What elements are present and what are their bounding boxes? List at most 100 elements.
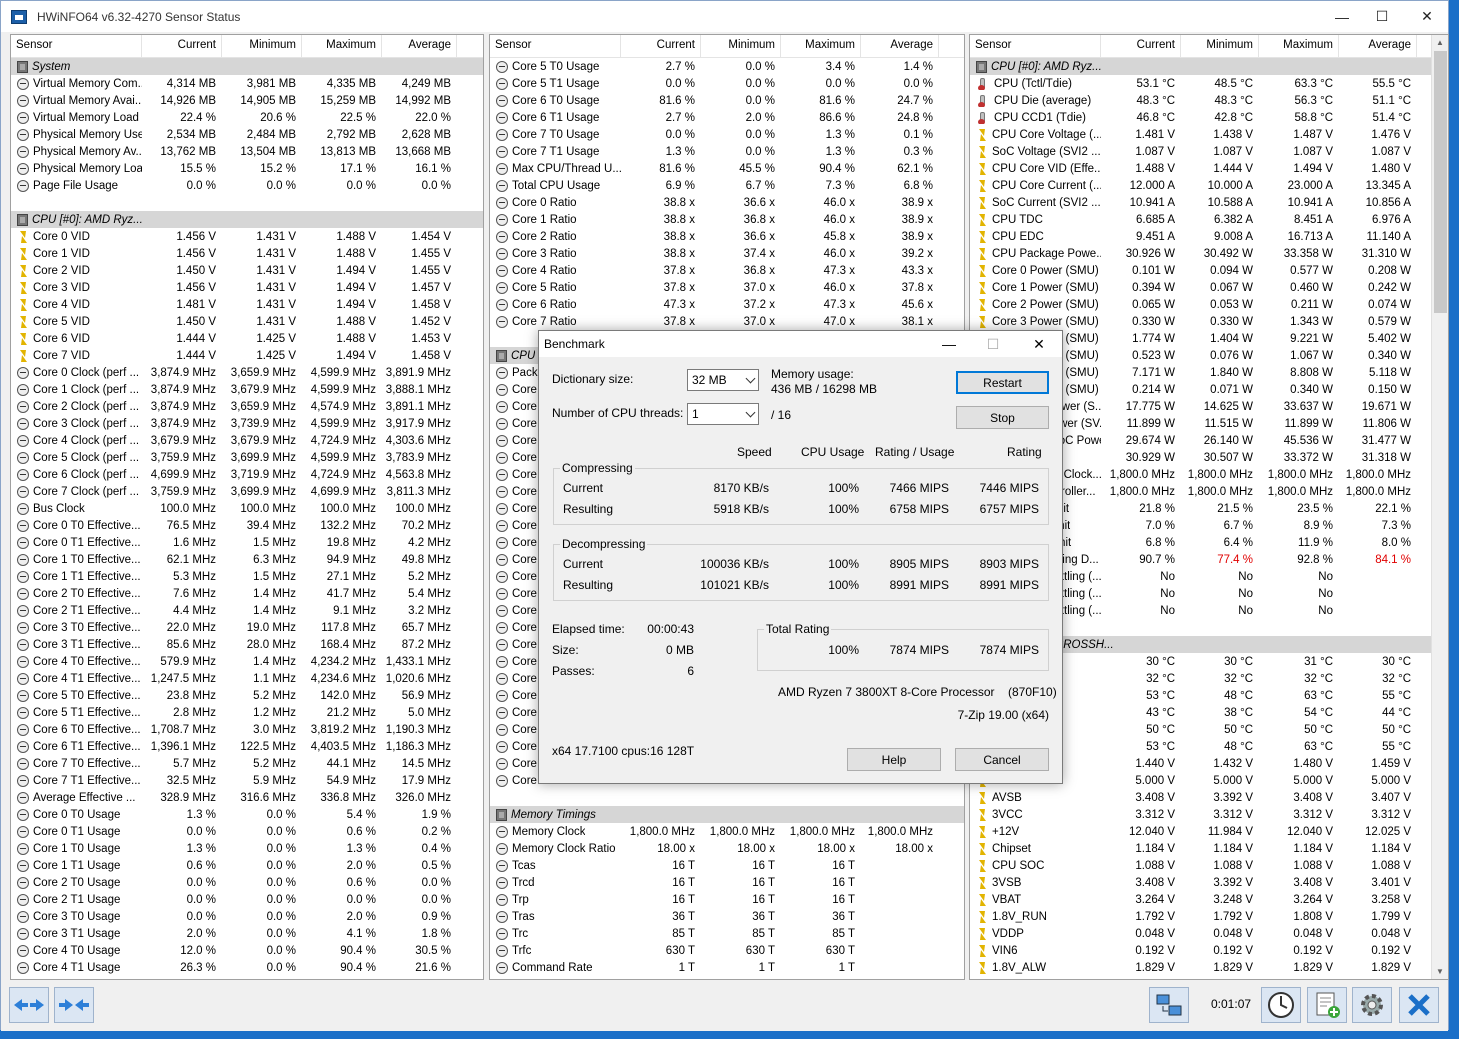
dictionary-size-select[interactable]: 32 MB xyxy=(687,369,759,391)
maximize-button[interactable]: ☐ xyxy=(1359,1,1405,32)
table-row[interactable]: Core 3 T1 Usage 2.0 % 0.0 % 4.1 % 1.8 % xyxy=(11,925,483,942)
table-row[interactable]: Core 3 VID 1.456 V 1.431 V 1.494 V 1.457 V xyxy=(11,279,483,296)
table-row[interactable]: Total CPU Usage 6.9 % 6.7 % 7.3 % 6.8 % xyxy=(490,177,964,194)
table-row[interactable]: Core 4 Clock (perf ... 3,679.9 MHz 3,679.9… xyxy=(11,432,483,449)
table-row[interactable]: Core 2 T1 Usage 0.0 % 0.0 % 0.0 % 0.0 % xyxy=(11,891,483,908)
help-button[interactable]: Help xyxy=(847,748,941,771)
table-row[interactable]: Virtual Memory Com... 4,314 MB 3,981 MB 4,3… xyxy=(11,75,483,92)
navigate-right-button[interactable] xyxy=(54,987,94,1023)
sensor-group-row[interactable]: CPU [#0]: AMD Ryz... xyxy=(11,211,483,228)
table-row[interactable]: Core 6 T1 Usage 2.7 % 2.0 % 86.6 % 24.8 % xyxy=(490,109,964,126)
sensor-group-row[interactable]: System xyxy=(11,58,483,75)
table-row[interactable]: Max CPU/Thread U... 81.6 % 45.5 % 90.4 % 62.… xyxy=(490,160,964,177)
table-row[interactable]: Core 0 T1 Effective... 1.6 MHz 1.5 MHz 19.8… xyxy=(11,534,483,551)
table-row[interactable]: Trp 16 T 16 T 16 T xyxy=(490,891,964,908)
vertical-scrollbar[interactable]: ▲ ▼ xyxy=(1431,35,1448,979)
table-row[interactable]: Physical Memory Used 2,534 MB 2,484 MB 2,79… xyxy=(11,126,483,143)
column-header[interactable]: Maximum xyxy=(302,35,382,57)
table-row[interactable]: 1.8V_ALW 1.829 V 1.829 V 1.829 V 1.829 V xyxy=(970,959,1448,976)
column-header[interactable]: Maximum xyxy=(781,35,861,57)
scroll-down-icon[interactable]: ▼ xyxy=(1436,967,1444,976)
table-row[interactable]: Core 3 Clock (perf ... 3,874.9 MHz 3,739.9… xyxy=(11,415,483,432)
table-row[interactable]: VIN6 0.192 V 0.192 V 0.192 V 0.192 V xyxy=(970,942,1448,959)
table-row[interactable]: Core 0 Power (SMU) 0.101 W 0.094 W 0.577 W 0… xyxy=(970,262,1448,279)
table-row[interactable]: Core 1 T1 Effective... 5.3 MHz 1.5 MHz 27.1… xyxy=(11,568,483,585)
table-row[interactable]: Virtual Memory Load 22.4 % 20.6 % 22.5 % 22.… xyxy=(11,109,483,126)
sensor-group-row[interactable]: CPU [#0]: AMD Ryz... xyxy=(970,58,1448,75)
table-row[interactable]: VDDP 0.048 V 0.048 V 0.048 V 0.048 V xyxy=(970,925,1448,942)
table-row[interactable]: Core 0 Ratio 38.8 x 36.6 x 46.0 x 38.9 x xyxy=(490,194,964,211)
table-row[interactable]: Core 6 T1 Effective... 1,396.1 MHz 122.5 M… xyxy=(11,738,483,755)
column-header[interactable]: Minimum xyxy=(701,35,781,57)
table-row[interactable]: CPU Die (average) 48.3 °C 48.3 °C 56.3 °C 51… xyxy=(970,92,1448,109)
cpu-threads-select[interactable]: 1 xyxy=(687,403,759,425)
table-row[interactable]: Core 6 T0 Usage 81.6 % 0.0 % 81.6 % 24.7 % xyxy=(490,92,964,109)
table-row[interactable]: 1.8V_RUN 1.792 V 1.792 V 1.808 V 1.799 V xyxy=(970,908,1448,925)
table-row[interactable]: Trfc 630 T 630 T 630 T xyxy=(490,942,964,959)
table-row[interactable]: Core 5 T0 Usage 2.7 % 0.0 % 3.4 % 1.4 % xyxy=(490,58,964,75)
reset-timer-button[interactable] xyxy=(1261,987,1301,1023)
table-row[interactable]: Core 3 Power (SMU) 0.330 W 0.330 W 1.343 W 0… xyxy=(970,313,1448,330)
table-row[interactable]: Core 4 T0 Usage 12.0 % 0.0 % 90.4 % 30.5 % xyxy=(11,942,483,959)
scroll-up-icon[interactable]: ▲ xyxy=(1436,38,1444,47)
column-header[interactable]: Average xyxy=(1339,35,1417,57)
table-row[interactable]: CPU (Tctl/Tdie) 53.1 °C 48.5 °C 63.3 °C 55.5… xyxy=(970,75,1448,92)
navigate-left-button[interactable] xyxy=(9,987,49,1023)
table-row[interactable]: Core 5 VID 1.450 V 1.431 V 1.488 V 1.452 V xyxy=(11,313,483,330)
table-row[interactable]: Core 3 T0 Usage 0.0 % 0.0 % 2.0 % 0.9 % xyxy=(11,908,483,925)
dialog-maximize-button[interactable]: ☐ xyxy=(973,333,1013,355)
table-row[interactable]: Page File Usage 0.0 % 0.0 % 0.0 % 0.0 % xyxy=(11,177,483,194)
table-row[interactable]: CPU Core VID (Effe... 1.488 V 1.444 V 1.494… xyxy=(970,160,1448,177)
table-row[interactable]: Core 7 T0 Usage 0.0 % 0.0 % 1.3 % 0.1 % xyxy=(490,126,964,143)
table-row[interactable]: CPU Core Voltage (... 1.481 V 1.438 V 1.487… xyxy=(970,126,1448,143)
table-row[interactable]: Core 4 T0 Effective... 579.9 MHz 1.4 MHz 4,… xyxy=(11,653,483,670)
table-row[interactable]: Core 7 Clock (perf ... 3,759.9 MHz 3,699.9… xyxy=(11,483,483,500)
table-row[interactable]: AVSB 3.408 V 3.392 V 3.408 V 3.407 V xyxy=(970,789,1448,806)
table-row[interactable]: Memory Clock Ratio 18.00 x 18.00 x 18.00 x 1… xyxy=(490,840,964,857)
table-row[interactable]: Core 5 T0 Effective... 23.8 MHz 5.2 MHz 142… xyxy=(11,687,483,704)
table-row[interactable]: Command Rate 1 T 1 T 1 T xyxy=(490,959,964,976)
sensor-panel-1[interactable]: Sensor Current Minimum Maximum Average System… xyxy=(10,34,484,980)
table-row[interactable]: Core 6 VID 1.444 V 1.425 V 1.488 V 1.453 V xyxy=(11,330,483,347)
table-row[interactable]: Core 0 T0 Effective... 76.5 MHz 39.4 MHz 13… xyxy=(11,517,483,534)
table-row[interactable]: Tcas 16 T 16 T 16 T xyxy=(490,857,964,874)
column-header[interactable]: Average xyxy=(382,35,457,57)
table-row[interactable]: 3VCC 3.312 V 3.312 V 3.312 V 3.312 V xyxy=(970,806,1448,823)
table-row[interactable]: Core 2 T1 Effective... 4.4 MHz 1.4 MHz 9.1 … xyxy=(11,602,483,619)
table-row[interactable]: Core 5 T1 Usage 0.0 % 0.0 % 0.0 % 0.0 % xyxy=(490,75,964,92)
table-row[interactable]: Core 0 T1 Usage 0.0 % 0.0 % 0.6 % 0.2 % xyxy=(11,823,483,840)
table-row[interactable]: Core 7 T1 Effective... 32.5 MHz 5.9 MHz 54.… xyxy=(11,772,483,789)
table-row[interactable]: Physical Memory Load 15.5 % 15.2 % 17.1 % 16… xyxy=(11,160,483,177)
sensor-group-row[interactable]: Memory Timings xyxy=(490,806,964,823)
table-row[interactable]: Core 3 Ratio 38.8 x 37.4 x 46.0 x 39.2 x xyxy=(490,245,964,262)
column-header[interactable]: Minimum xyxy=(222,35,302,57)
table-row[interactable]: Chipset 1.184 V 1.184 V 1.184 V 1.184 V xyxy=(970,840,1448,857)
table-row[interactable]: Core 1 Ratio 38.8 x 36.8 x 46.0 x 38.9 x xyxy=(490,211,964,228)
table-row[interactable]: Core 4 Ratio 37.8 x 36.8 x 47.3 x 43.3 x xyxy=(490,262,964,279)
table-row[interactable]: VBAT 3.264 V 3.248 V 3.264 V 3.258 V xyxy=(970,891,1448,908)
exit-button[interactable] xyxy=(1399,987,1439,1023)
restart-button[interactable]: Restart xyxy=(956,371,1049,394)
table-row[interactable]: Core 1 Clock (perf ... 3,874.9 MHz 3,679.9… xyxy=(11,381,483,398)
table-row[interactable]: Core 5 T1 Effective... 2.8 MHz 1.2 MHz 21.2… xyxy=(11,704,483,721)
stop-button[interactable]: Stop xyxy=(956,406,1049,429)
table-row[interactable]: Core 1 T0 Effective... 62.1 MHz 6.3 MHz 94.… xyxy=(11,551,483,568)
column-header[interactable]: Current xyxy=(142,35,222,57)
column-header[interactable]: Sensor xyxy=(970,35,1101,57)
table-row[interactable]: Core 5 Ratio 37.8 x 37.0 x 46.0 x 37.8 x xyxy=(490,279,964,296)
table-row[interactable]: Core 6 Clock (perf ... 4,699.9 MHz 3,719.9… xyxy=(11,466,483,483)
table-row[interactable]: Core 1 Power (SMU) 0.394 W 0.067 W 0.460 W 0… xyxy=(970,279,1448,296)
table-row[interactable]: Physical Memory Av... 13,762 MB 13,504 MB 1… xyxy=(11,143,483,160)
scrollbar-thumb[interactable] xyxy=(1434,51,1447,313)
table-row[interactable]: Core 4 T1 Effective... 1,247.5 MHz 1.1 MHz… xyxy=(11,670,483,687)
dialog-close-button[interactable]: ✕ xyxy=(1019,333,1059,355)
table-row[interactable]: Bus Clock 100.0 MHz 100.0 MHz 100.0 MHz 100.… xyxy=(11,500,483,517)
table-row[interactable]: CPU EDC 9.451 A 9.008 A 16.713 A 11.140 A xyxy=(970,228,1448,245)
table-row[interactable]: Core 3 T0 Effective... 22.0 MHz 19.0 MHz 11… xyxy=(11,619,483,636)
table-row[interactable]: Core 7 T0 Effective... 5.7 MHz 5.2 MHz 44.1… xyxy=(11,755,483,772)
column-header[interactable]: Current xyxy=(621,35,701,57)
column-header[interactable]: Minimum xyxy=(1181,35,1259,57)
cancel-button[interactable]: Cancel xyxy=(955,748,1049,771)
table-row[interactable]: Core 1 T1 Usage 0.6 % 0.0 % 2.0 % 0.5 % xyxy=(11,857,483,874)
table-row[interactable]: +12V 12.040 V 11.984 V 12.040 V 12.025 V xyxy=(970,823,1448,840)
